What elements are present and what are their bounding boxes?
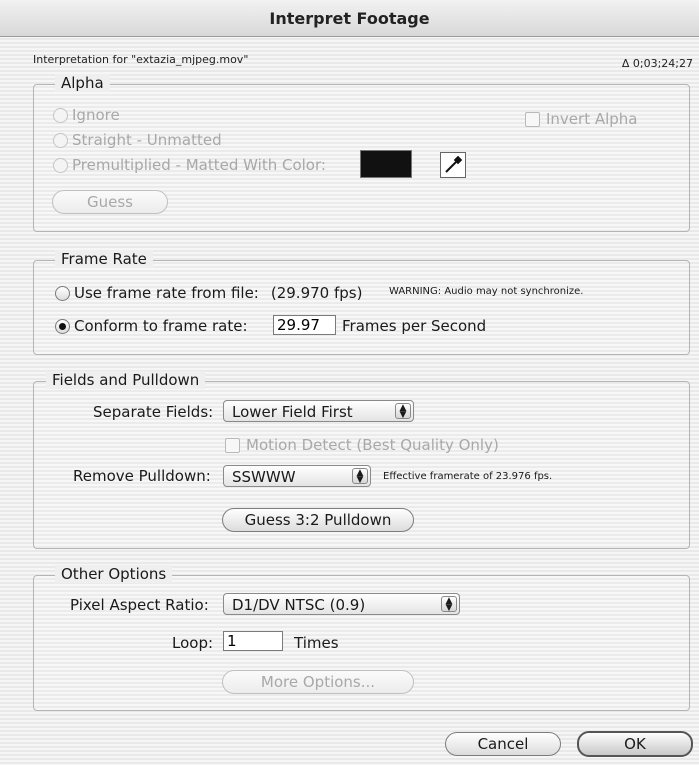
motion-detect-checkbox[interactable]	[225, 437, 240, 453]
audio-warning: WARNING: Audio may not synchronize.	[389, 286, 584, 297]
invert-alpha-option[interactable]: Invert Alpha	[525, 110, 638, 128]
remove-pulldown-label: Remove Pulldown:	[73, 467, 211, 485]
title-bar: Interpret Footage	[0, 0, 699, 37]
radio-button[interactable]	[55, 285, 70, 301]
loop-input[interactable]	[223, 631, 283, 651]
radio-button[interactable]	[53, 132, 68, 148]
guess-pulldown-button[interactable]: Guess 3:2 Pulldown	[222, 508, 414, 532]
eyedropper-icon	[445, 155, 463, 173]
use-file-rate-label: Use frame rate from file:	[74, 284, 259, 302]
alpha-premultiplied-option[interactable]: Premultiplied - Matted With Color:	[53, 156, 326, 174]
radio-button[interactable]	[53, 107, 68, 123]
alpha-ignore-option[interactable]: Ignore	[53, 106, 120, 124]
motion-detect-label: Motion Detect (Best Quality Only)	[246, 436, 499, 454]
other-options-group-title: Other Options	[55, 565, 173, 583]
file-fps-value: (29.970 fps)	[270, 284, 363, 302]
more-options-button[interactable]: More Options...	[222, 670, 414, 694]
cancel-button[interactable]: Cancel	[445, 732, 561, 756]
pixel-aspect-select[interactable]: D1/DV NTSC (0.9) ▲ ▼	[223, 593, 460, 615]
alpha-premultiplied-label: Premultiplied - Matted With Color:	[72, 156, 326, 174]
fps-units-label: Frames per Second	[342, 317, 487, 335]
effective-framerate-note: Effective framerate of 23.976 fps.	[383, 471, 553, 482]
conform-rate-label: Conform to frame rate:	[74, 317, 248, 335]
eyedropper-button[interactable]	[440, 152, 466, 178]
radio-button[interactable]	[55, 318, 70, 334]
separate-fields-value: Lower Field First	[232, 403, 353, 421]
popup-arrows-icon: ▲ ▼	[441, 596, 457, 613]
alpha-guess-button[interactable]: Guess	[52, 190, 168, 214]
fields-pulldown-group-title: Fields and Pulldown	[46, 371, 206, 389]
ok-button[interactable]: OK	[577, 731, 693, 757]
radio-button[interactable]	[53, 157, 68, 173]
popup-arrows-icon: ▲ ▼	[395, 403, 411, 420]
pixel-aspect-label: Pixel Aspect Ratio:	[70, 596, 209, 614]
interpretation-label: Interpretation for "extazia_mjpeg.mov"	[33, 53, 249, 66]
invert-alpha-checkbox[interactable]	[525, 111, 540, 127]
loop-label: Loop:	[172, 634, 214, 652]
remove-pulldown-select[interactable]: SSWWW ▲ ▼	[223, 465, 371, 487]
conform-rate-input[interactable]	[273, 315, 336, 335]
loop-units-label: Times	[294, 634, 339, 652]
conform-rate-option[interactable]: Conform to frame rate:	[55, 317, 248, 335]
alpha-straight-option[interactable]: Straight - Unmatted	[53, 131, 222, 149]
frame-rate-group	[33, 260, 690, 355]
separate-fields-select[interactable]: Lower Field First ▲ ▼	[223, 400, 414, 422]
alpha-group-title: Alpha	[55, 74, 110, 92]
alpha-straight-label: Straight - Unmatted	[72, 131, 222, 149]
invert-alpha-label: Invert Alpha	[546, 110, 638, 128]
alpha-ignore-label: Ignore	[72, 106, 120, 124]
duration-readout: Δ 0;03;24;27	[621, 57, 693, 70]
window-title: Interpret Footage	[269, 9, 430, 28]
use-file-rate-option[interactable]: Use frame rate from file: (29.970 fps)	[55, 284, 362, 302]
motion-detect-option[interactable]: Motion Detect (Best Quality Only)	[225, 436, 499, 454]
pixel-aspect-value: D1/DV NTSC (0.9)	[232, 596, 366, 614]
matte-color-swatch[interactable]	[360, 150, 412, 178]
frame-rate-group-title: Frame Rate	[55, 250, 153, 268]
popup-arrows-icon: ▲ ▼	[352, 468, 368, 485]
remove-pulldown-value: SSWWW	[232, 468, 296, 486]
separate-fields-label: Separate Fields:	[93, 403, 214, 421]
